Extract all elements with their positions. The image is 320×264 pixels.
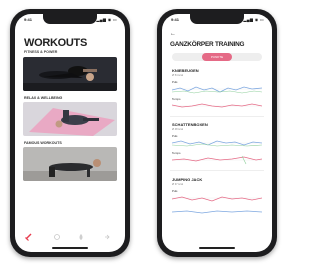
home-indicator[interactable] xyxy=(52,247,88,249)
segmented-control: PUNKTE xyxy=(172,53,262,61)
pulse-chart-3b xyxy=(172,210,262,214)
exercise-sub-2: Ø 48 kcal xyxy=(172,128,183,131)
divider xyxy=(170,116,264,117)
back-arrow-icon[interactable]: ← xyxy=(170,31,176,37)
fitness-image xyxy=(23,57,117,91)
workout-card-relax[interactable] xyxy=(23,102,117,136)
exercise-title-3: JUMPING JACK xyxy=(172,177,203,182)
section-label-relax: RELAX & WELLBEING xyxy=(24,96,63,100)
exercise-sub-3: Ø 37 kcal xyxy=(172,183,183,186)
segment-1[interactable] xyxy=(172,53,202,61)
status-time: 9:41 xyxy=(24,17,33,22)
exercise-title-2: SCHATTENBOXEN xyxy=(172,122,208,127)
pulse-chart-2 xyxy=(172,140,262,147)
exercise-sub-1: Ø 54 kcal xyxy=(172,74,183,77)
arrow-icon[interactable] xyxy=(103,233,111,241)
phone-frame-right: 9:41 ▂▄▆ ◉ ▭ ← GANZKÖRPER TRAINING PUNKT… xyxy=(157,9,277,257)
exercise-title-1: KNIEBEUGEN xyxy=(172,68,199,73)
workout-card-famous[interactable] xyxy=(23,147,117,181)
page-title: GANZKÖRPER TRAINING xyxy=(170,41,245,48)
status-icons: ▂▄▆ ◉ ▭ xyxy=(96,17,117,22)
section-label-famous: FAMOUS WORKOUTS xyxy=(24,141,62,145)
segment-2[interactable]: PUNKTE xyxy=(202,53,232,61)
notch xyxy=(190,14,244,24)
divider xyxy=(170,170,264,171)
tempo-chart-1 xyxy=(172,103,262,108)
pulse-chart-1 xyxy=(172,86,262,94)
famous-image xyxy=(23,147,117,181)
fire-icon[interactable] xyxy=(77,233,85,241)
relax-image xyxy=(23,102,117,136)
dumbbell-icon[interactable] xyxy=(25,233,33,241)
home-indicator[interactable] xyxy=(199,247,235,249)
tab-bar xyxy=(15,230,125,244)
clock-icon[interactable] xyxy=(53,233,61,241)
status-time: 9:41 xyxy=(171,17,180,22)
phone-frame-left: 9:41 ▂▄▆ ◉ ▭ WORKOUTS FITNESS & POWER RE… xyxy=(10,9,130,257)
workouts-screen: 9:41 ▂▄▆ ◉ ▭ WORKOUTS FITNESS & POWER RE… xyxy=(15,14,125,252)
workout-card-fitness[interactable] xyxy=(23,57,117,91)
page-title: WORKOUTS xyxy=(24,37,87,49)
segment-3[interactable] xyxy=(232,53,262,61)
page-subtitle: FITNESS & POWER xyxy=(24,50,58,54)
status-icons: ▂▄▆ ◉ ▭ xyxy=(243,17,264,22)
training-screen: 9:41 ▂▄▆ ◉ ▭ ← GANZKÖRPER TRAINING PUNKT… xyxy=(162,14,272,252)
pulse-chart-3 xyxy=(172,196,262,202)
tempo-chart-2 xyxy=(172,155,262,165)
notch xyxy=(43,14,97,24)
